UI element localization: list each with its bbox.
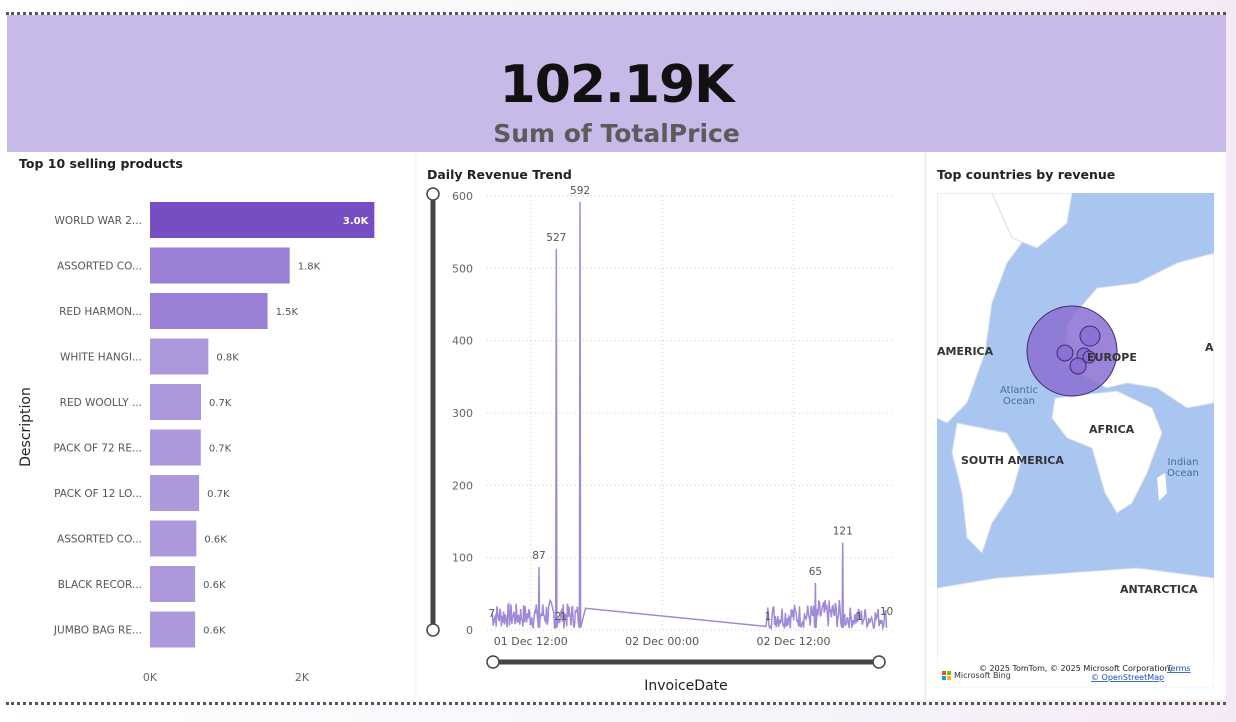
line-data-label: 1 <box>560 611 567 623</box>
map-terms-link[interactable]: Terms <box>1166 664 1191 673</box>
bar[interactable] <box>150 293 268 329</box>
bar-data-label: 0.6K <box>203 626 226 637</box>
line-data-label: 1 <box>856 611 863 623</box>
bar-data-label: 1.8K <box>298 262 321 273</box>
line-y-tick: 500 <box>452 262 473 275</box>
bar[interactable] <box>150 429 201 466</box>
map-label-as: AS <box>1205 341 1214 354</box>
line-y-tick: 300 <box>452 407 473 420</box>
map-label-europe: EUROPE <box>1087 351 1137 364</box>
bar-category-label: RED HARMON... <box>59 306 142 318</box>
map-title: Top countries by revenue <box>937 167 1116 182</box>
bar-y-axis-title: Description <box>18 387 34 467</box>
line-chart: 600 500 400 300 200 100 0 01 Dec 12:00 02 Dec 00… <box>426 185 893 694</box>
bar[interactable] <box>150 566 196 602</box>
bar-x-tick: 0K <box>143 671 158 684</box>
x-range-slider-handle-right[interactable] <box>872 655 886 669</box>
line-x-tick: 02 Dec 00:00 <box>625 635 699 648</box>
bar-data-label: 0.6K <box>203 580 226 591</box>
bar-data-label: 0.7K <box>209 398 232 409</box>
line-y-tick: 200 <box>452 479 473 492</box>
bar-category-label: ASSORTED CO... <box>57 261 142 273</box>
line-data-label: 1 <box>765 611 772 623</box>
y-range-slider-handle-bottom[interactable] <box>426 623 440 637</box>
map-label-atlantic: Atlantic Ocean <box>1000 385 1038 407</box>
bar[interactable] <box>150 520 197 557</box>
bar-x-tick: 2K <box>295 671 310 684</box>
series-line[interactable] <box>491 201 888 631</box>
kpi-value: 102.19K <box>499 55 735 115</box>
map-label-indian: Indian Ocean <box>1167 457 1199 479</box>
bottom-border <box>6 702 1226 705</box>
map-bing-label: Microsoft Bing <box>954 671 1011 680</box>
bar-category-label: PACK OF 12 LO... <box>54 488 142 500</box>
y-range-slider-handle-top[interactable] <box>426 187 440 201</box>
bar-category-label: ASSORTED CO... <box>57 534 142 546</box>
line-data-label: 121 <box>833 525 853 537</box>
bar-category-label: JUMBO BAG RE... <box>53 625 142 637</box>
bar[interactable] <box>150 202 375 238</box>
map-label-antarctica: ANTARCTICA <box>1120 583 1198 596</box>
line-y-tick: 400 <box>452 335 473 348</box>
bar[interactable] <box>150 384 201 420</box>
bar-category-label: RED WOOLLY ... <box>60 397 142 409</box>
bar[interactable] <box>150 611 196 648</box>
map-svg: AMERICA EUROPE AS AtlanticOcean AFRICA S… <box>937 193 1214 688</box>
line-y-tick: 100 <box>452 552 473 565</box>
map-osm-link[interactable]: © OpenStreetMap <box>1091 673 1164 682</box>
line-data-label: 7 <box>488 608 495 620</box>
bar[interactable] <box>150 247 290 284</box>
bar[interactable] <box>150 475 200 511</box>
line-x-axis-title: InvoiceDate <box>644 678 728 694</box>
kpi-label: Sum of TotalPrice <box>493 119 740 148</box>
line-data-label: 527 <box>546 232 566 244</box>
line-x-tick: 02 Dec 12:00 <box>756 635 830 648</box>
line-y-tick: 0 <box>466 624 473 637</box>
bar-category-label: PACK OF 72 RE... <box>54 443 143 455</box>
bar-data-label: 0.7K <box>207 489 230 500</box>
bar-category-label: WORLD WAR 2... <box>54 215 142 227</box>
bar-data-label: 0.7K <box>209 444 232 455</box>
map-bubble[interactable] <box>1079 325 1101 347</box>
line-y-tick: 600 <box>452 190 473 203</box>
map-bubble[interactable] <box>1056 344 1074 362</box>
kpi-card[interactable]: 102.19K Sum of TotalPrice <box>7 15 1226 152</box>
line-data-label: 65 <box>809 566 822 578</box>
line-x-tick: 01 Dec 12:00 <box>494 635 568 648</box>
map-label-africa: AFRICA <box>1089 423 1135 436</box>
bar-data-label: 3.0K <box>343 216 370 227</box>
map-label-south-america: SOUTH AMERICA <box>961 454 1064 467</box>
bar-category-label: WHITE HANGI... <box>60 352 142 364</box>
bar-category-label: BLACK RECOR... <box>58 579 142 591</box>
x-range-slider-handle-left[interactable] <box>486 655 500 669</box>
map[interactable]: AMERICA EUROPE AS AtlanticOcean AFRICA S… <box>937 193 1214 688</box>
bar-chart: Description WORLD WAR 2... 3.0K ASSORTED C… <box>18 202 375 684</box>
line-data-label: 592 <box>570 185 590 197</box>
line-data-label: 10 <box>880 606 893 618</box>
map-label-america: AMERICA <box>937 345 994 358</box>
map-bubble[interactable] <box>1069 357 1087 375</box>
bar-data-label: 1.5K <box>276 307 299 318</box>
line-data-label: 87 <box>532 550 545 562</box>
bar-data-label: 0.8K <box>216 353 239 364</box>
bar[interactable] <box>150 338 209 375</box>
bar-data-label: 0.6K <box>204 535 227 546</box>
